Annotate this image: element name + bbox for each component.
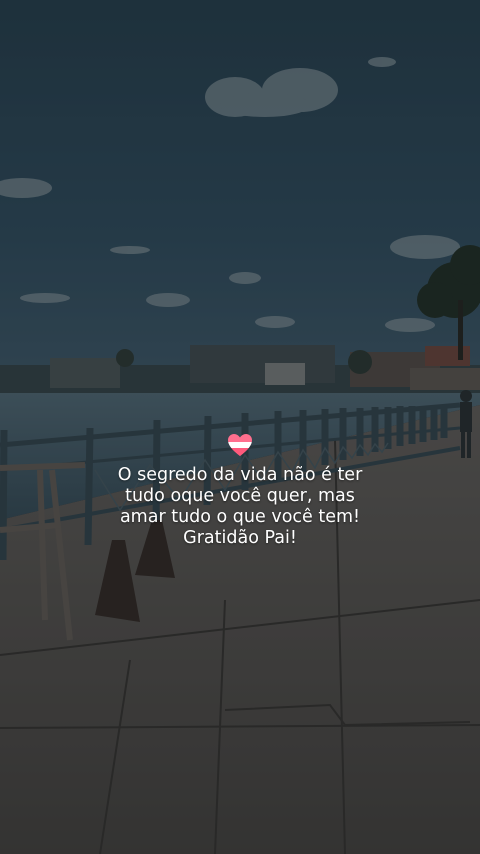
quote-line-3: amar tudo o que você tem! (119, 507, 361, 527)
dark-overlay (0, 0, 480, 854)
quote-line-4: Gratidão Pai! (183, 528, 297, 548)
heart-icon (228, 434, 252, 456)
quote-line-1: O segredo da vida não é ter (117, 465, 363, 485)
quote-caption: O segredo da vida não é ter tudo oque vo… (40, 433, 440, 549)
story-frame: O segredo da vida não é ter tudo oque vo… (0, 0, 480, 854)
quote-line-2: tudo oque você quer, mas (125, 486, 355, 506)
